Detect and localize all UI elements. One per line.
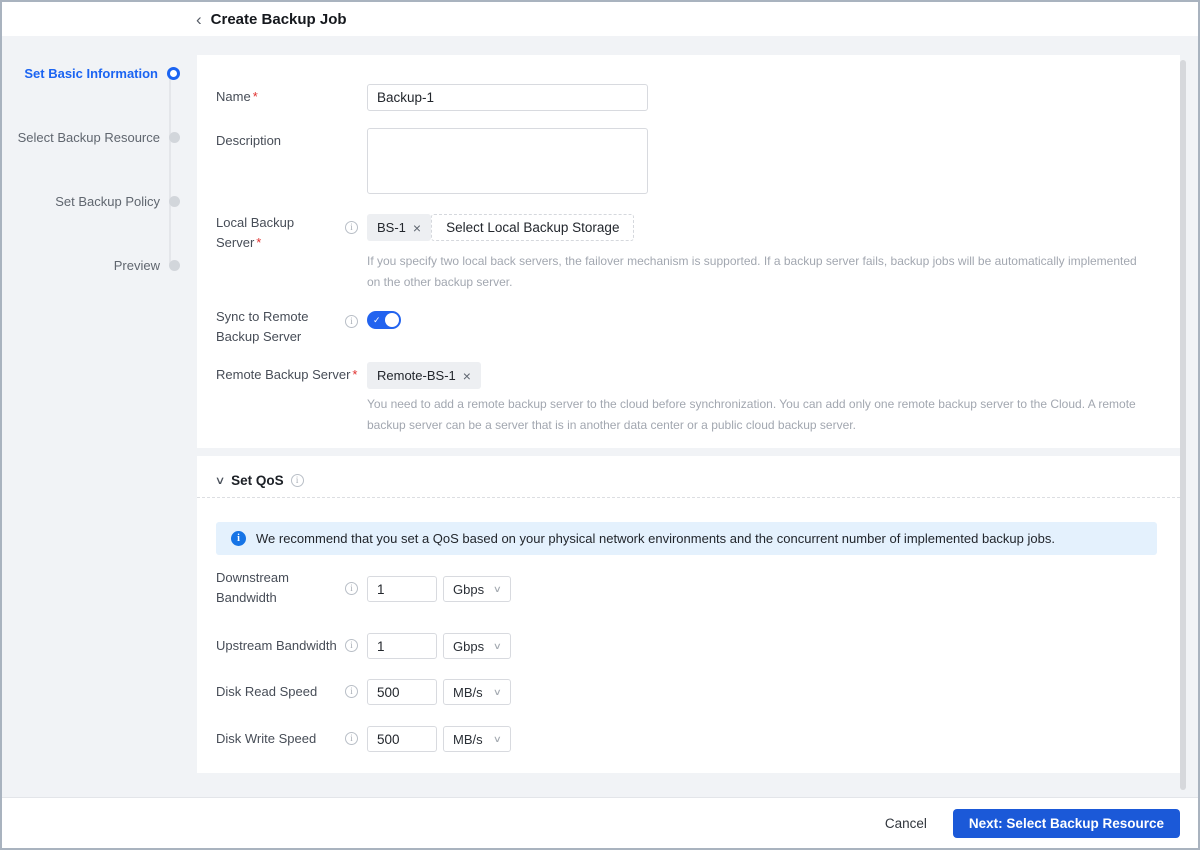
qos-panel: ∨ Set QoS i i We recommend that you set …	[197, 456, 1180, 773]
qos-section-header[interactable]: ∨ Set QoS i	[214, 464, 304, 496]
footer-action-bar: Cancel Next: Select Backup Resource	[2, 797, 1198, 848]
local-backup-server-info-icon[interactable]: i	[345, 221, 358, 234]
step-label: Set Basic Information	[24, 65, 158, 81]
local-backup-server-helper-text: If you specify two local back servers, t…	[367, 254, 1137, 289]
unit-value: MB/s	[453, 684, 483, 700]
local-backup-server-controls: BS-1 × Select Local Backup Storage	[367, 214, 635, 241]
downstream-bandwidth-input[interactable]	[367, 576, 437, 602]
disk-write-speed-label: Disk Write Speed	[216, 731, 317, 746]
chevron-down-icon: ∨	[493, 583, 503, 594]
remove-tag-icon[interactable]: ×	[413, 221, 421, 235]
next-select-backup-resource-button[interactable]: Next: Select Backup Resource	[952, 808, 1180, 838]
upstream-bandwidth-input[interactable]	[367, 633, 437, 659]
step-set-basic-information[interactable]: Set Basic Information	[2, 61, 180, 85]
sync-to-remote-label: Sync to Remote Backup Server	[216, 309, 309, 344]
disk-write-speed-row: Disk Write Speed i MB/s ∨	[197, 726, 1180, 752]
downstream-bandwidth-info-icon[interactable]: i	[345, 582, 358, 595]
toggle-knob	[385, 313, 399, 327]
toggle-check-icon: ✓	[373, 315, 381, 325]
local-backup-server-label: Local Backup Server *	[216, 215, 295, 250]
step-marker-active-icon	[167, 66, 180, 80]
qos-info-icon[interactable]: i	[290, 473, 304, 487]
downstream-bandwidth-label: Downstream Bandwidth	[216, 570, 289, 605]
disk-write-speed-input[interactable]	[367, 726, 437, 752]
disk-read-speed-input[interactable]	[367, 679, 437, 705]
qos-section-title: Set QoS	[231, 472, 284, 488]
required-mark: *	[256, 235, 262, 250]
disk-read-speed-label: Disk Read Speed	[216, 684, 318, 699]
banner-text: We recommend that you set a QoS based on…	[256, 531, 1055, 546]
disk-read-speed-info-icon[interactable]: i	[345, 685, 358, 698]
server-tag-remote-bs1: Remote-BS-1 ×	[367, 362, 481, 389]
qos-recommendation-banner: i We recommend that you set a QoS based …	[216, 522, 1157, 555]
chevron-down-icon: ∨	[493, 686, 503, 697]
downstream-bandwidth-row: Downstream Bandwidth i Gbps ∨	[197, 570, 1180, 605]
downstream-bandwidth-unit-select[interactable]: Gbps ∨	[443, 576, 511, 602]
name-label: Name *	[216, 89, 258, 104]
remove-tag-icon[interactable]: ×	[463, 369, 471, 383]
unit-value: Gbps	[453, 581, 485, 597]
page-title: Create Backup Job	[210, 10, 347, 28]
step-label: Preview	[113, 257, 160, 273]
unit-value: MB/s	[453, 731, 483, 747]
disk-read-speed-unit-select[interactable]: MB/s ∨	[443, 679, 511, 705]
required-mark: *	[252, 89, 258, 104]
step-label: Select Backup Resource	[17, 129, 160, 145]
cancel-button[interactable]: Cancel	[885, 816, 927, 831]
description-label: Description	[216, 133, 282, 148]
create-backup-job-page: ‹ Create Backup Job Set Basic Informatio…	[0, 0, 1200, 850]
sync-to-remote-info-icon[interactable]: i	[345, 315, 358, 328]
step-marker-icon	[169, 259, 180, 271]
wizard-stepper: Set Basic Information Select Backup Reso…	[2, 2, 186, 402]
description-textarea[interactable]	[367, 128, 648, 194]
upstream-bandwidth-unit-select[interactable]: Gbps ∨	[443, 633, 511, 659]
collapse-chevron-icon: ∨	[214, 474, 226, 487]
unit-value: Gbps	[453, 638, 485, 654]
back-icon[interactable]: ‹	[196, 11, 202, 28]
info-filled-icon: i	[231, 531, 246, 546]
disk-write-speed-info-icon[interactable]: i	[345, 732, 358, 745]
remote-backup-server-helper-text: You need to add a remote backup server t…	[367, 397, 1136, 432]
tag-label: Remote-BS-1	[377, 368, 456, 383]
sync-to-remote-toggle[interactable]: ✓	[367, 311, 401, 329]
step-label: Set Backup Policy	[55, 193, 160, 209]
step-marker-icon	[169, 131, 180, 143]
disk-read-speed-row: Disk Read Speed i MB/s ∨	[197, 679, 1180, 705]
upstream-bandwidth-info-icon[interactable]: i	[345, 639, 358, 652]
required-mark: *	[352, 367, 358, 382]
step-marker-icon	[169, 195, 180, 207]
step-set-backup-policy[interactable]: Set Backup Policy	[2, 189, 180, 213]
remote-backup-server-label: Remote Backup Server *	[216, 367, 358, 382]
vertical-scrollbar[interactable]	[1180, 60, 1186, 790]
disk-write-speed-unit-select[interactable]: MB/s ∨	[443, 726, 511, 752]
step-preview[interactable]: Preview	[2, 253, 180, 277]
server-tag-bs1: BS-1 ×	[367, 214, 432, 241]
step-select-backup-resource[interactable]: Select Backup Resource	[2, 125, 180, 149]
upstream-bandwidth-row: Upstream Bandwidth i Gbps ∨	[197, 633, 1180, 659]
name-input[interactable]	[367, 84, 648, 111]
basic-information-panel: Name* Description Local Backup Server* i…	[197, 55, 1180, 448]
dashed-divider	[197, 497, 1180, 498]
select-local-backup-storage-button[interactable]: Select Local Backup Storage	[431, 214, 635, 241]
tag-label: BS-1	[377, 220, 406, 235]
chevron-down-icon: ∨	[493, 640, 503, 651]
chevron-down-icon: ∨	[493, 733, 503, 744]
upstream-bandwidth-label: Upstream Bandwidth	[216, 638, 337, 653]
stepper-connector-line	[169, 74, 171, 264]
